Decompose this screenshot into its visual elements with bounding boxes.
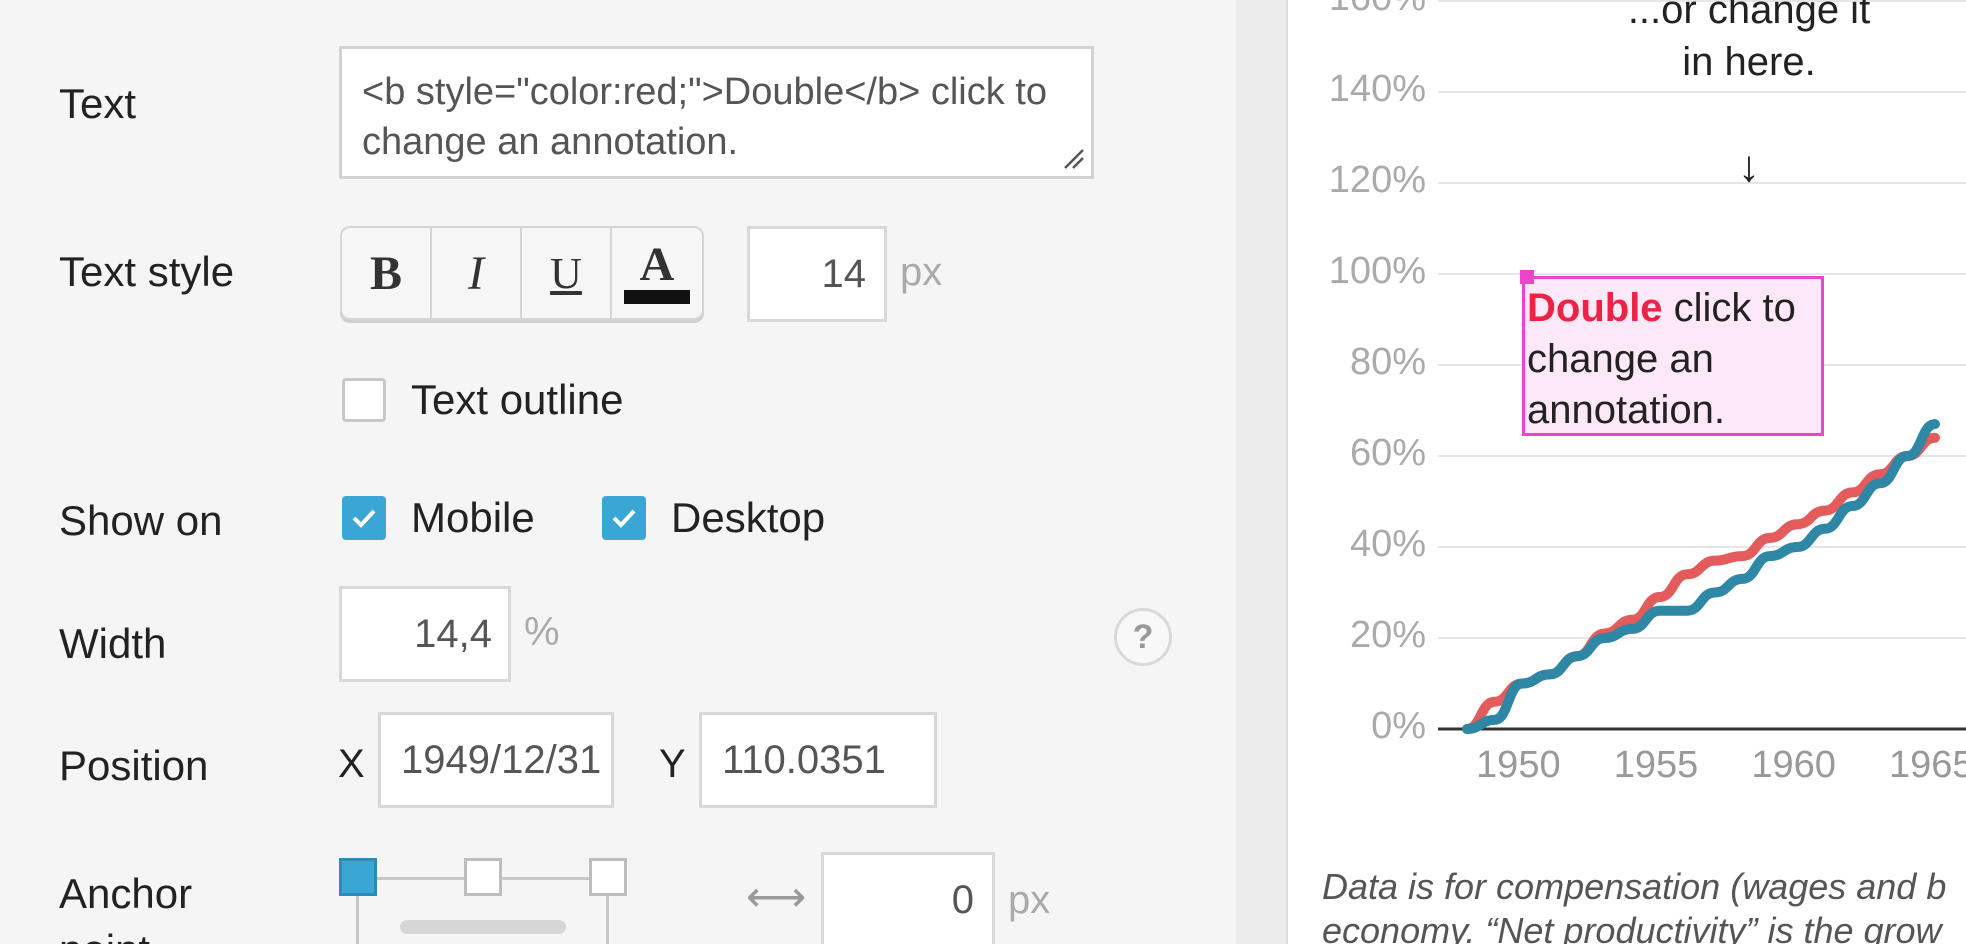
offset-input[interactable]: 0: [821, 852, 995, 944]
annotation-text-value: <b style="color:red;">Double</b> click t…: [362, 71, 1047, 163]
annotation-box[interactable]: Double click to change an annotation.: [1522, 276, 1824, 436]
annotation-anchor-handle[interactable]: [1520, 270, 1534, 284]
width-unit: %: [524, 610, 560, 654]
anchor-top-right[interactable]: [589, 858, 627, 896]
position-label: Position: [59, 742, 209, 789]
y-tick-label: 20%: [1349, 614, 1426, 656]
y-tick-label: 120%: [1328, 159, 1426, 201]
panel-divider: [1236, 0, 1286, 944]
x-tick-label: 1960: [1751, 744, 1836, 786]
chart-footnote-line1: Data is for compensation (wages and b: [1322, 866, 1947, 907]
anchor-preview-bar: [400, 920, 566, 934]
y-tick-label: 80%: [1349, 341, 1426, 383]
width-input[interactable]: 14,4: [339, 586, 511, 682]
position-y-label: Y: [659, 742, 686, 786]
x-tick-label: 1965: [1888, 744, 1966, 786]
position-x-label: X: [338, 742, 365, 786]
series-line-1: [1462, 432, 1940, 734]
series-line-2: [1462, 419, 1940, 734]
x-tick-label: 1955: [1613, 744, 1699, 786]
width-label: Width: [59, 620, 167, 667]
text-outline-checkbox[interactable]: [342, 378, 386, 422]
desktop-label: Desktop: [671, 494, 826, 541]
anchor-point-label: Anchor point: [59, 870, 193, 944]
down-arrow-icon: ↓: [1738, 142, 1760, 191]
y-tick-label: 160%: [1316, 0, 1426, 20]
font-size-input[interactable]: 14: [747, 226, 887, 322]
y-tick-label: 0%: [1371, 705, 1426, 747]
italic-button[interactable]: I: [432, 228, 522, 318]
help-icon[interactable]: ?: [1114, 608, 1172, 666]
y-tick-label: 100%: [1328, 250, 1426, 292]
horizontal-offset-icon: ⟷: [746, 873, 807, 920]
chart-preview: 0%20%40%60%80%100%120%140%160%180% 19501…: [1286, 0, 1966, 944]
mobile-label: Mobile: [411, 494, 535, 541]
chart-footnote-line2: economy. “Net productivity” is the grow: [1322, 910, 1942, 944]
check-icon: [352, 509, 376, 528]
y-tick-label: 60%: [1349, 432, 1426, 474]
y-tick-label: 40%: [1349, 523, 1426, 565]
text-color-swatch: [624, 290, 690, 304]
annotation-settings-panel: Text <b style="color:red;">Double</b> cl…: [0, 0, 1236, 944]
bold-button[interactable]: B: [342, 228, 432, 318]
position-x-input[interactable]: 1949/12/31: [378, 712, 614, 808]
show-on-label: Show on: [59, 497, 223, 544]
text-color-icon: A: [639, 238, 675, 291]
resize-handle-icon[interactable]: [1063, 148, 1085, 170]
text-color-button[interactable]: A: [612, 228, 702, 318]
x-tick-label: 1950: [1476, 744, 1561, 786]
text-outline-label: Text outline: [411, 376, 624, 423]
text-style-label: Text style: [59, 248, 235, 295]
mobile-checkbox[interactable]: [342, 496, 386, 540]
check-icon: [612, 509, 636, 528]
y-tick-label: 140%: [1328, 68, 1426, 110]
chart-hint-text: ...or change it in here.: [1627, 0, 1871, 84]
desktop-checkbox[interactable]: [602, 496, 646, 540]
anchor-top-center[interactable]: [464, 858, 502, 896]
position-y-input[interactable]: 110.0351: [699, 712, 937, 808]
underline-button[interactable]: U: [522, 228, 612, 318]
text-style-toolbar: B I U A: [340, 226, 704, 320]
text-label: Text: [59, 80, 137, 127]
annotation-bold-text: Double: [1527, 286, 1663, 330]
anchor-top-left[interactable]: [339, 858, 377, 896]
offset-unit: px: [1008, 878, 1051, 922]
font-size-unit: px: [900, 250, 943, 294]
annotation-text-input[interactable]: <b style="color:red;">Double</b> click t…: [339, 46, 1094, 179]
annotation-text: Double click to change an annotation.: [1525, 279, 1821, 440]
